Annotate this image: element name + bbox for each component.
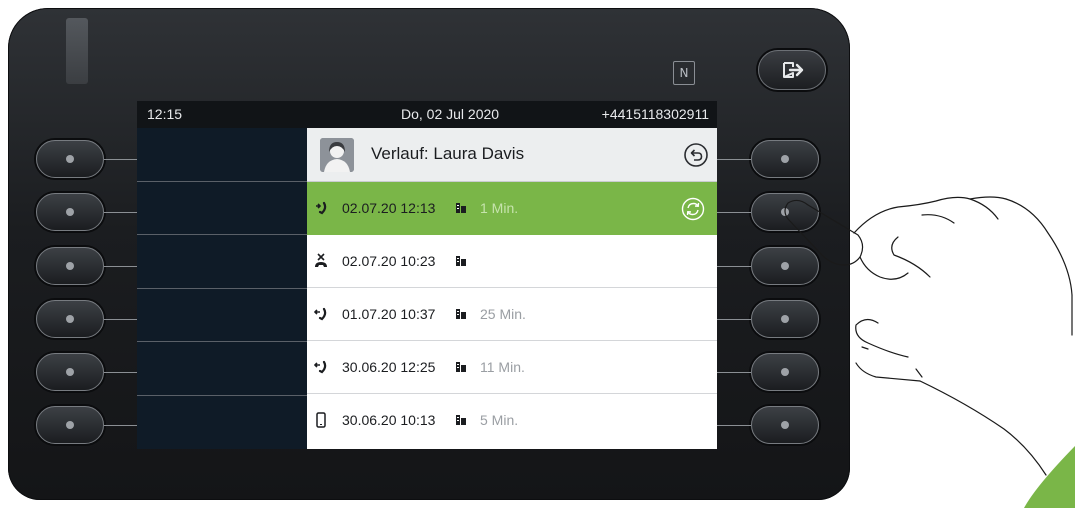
softkey-line [717,319,751,320]
left-slot[interactable] [137,235,307,289]
call-row[interactable]: 02.07.20 10:23 [307,235,717,288]
mobile-phone-icon [316,412,326,428]
incoming-call-icon [314,307,327,321]
left-slot[interactable] [137,342,307,396]
softkey-line [104,212,137,213]
call-history-panel: Verlauf: Laura Davis 02.07.20 12:13 1 Mi… [307,128,717,449]
left-slot[interactable] [137,396,307,450]
left-slot[interactable] [137,128,307,182]
left-slot[interactable] [137,289,307,342]
call-datetime: 02.07.20 12:13 [342,200,436,216]
left-softkey-labels [137,128,307,449]
exit-button[interactable] [758,50,826,90]
softkey-line [104,319,137,320]
status-bar: 12:15 Do, 02 Jul 2020 +4415118302911 [137,101,717,128]
outgoing-call-icon [316,201,327,215]
building-icon [456,415,466,425]
softkey-line [717,266,751,267]
status-date: Do, 02 Jul 2020 [401,106,500,122]
display-screen: 12:15 Do, 02 Jul 2020 +4415118302911 Ver… [137,101,717,449]
call-datetime: 01.07.20 10:37 [342,306,436,322]
call-duration: 11 Min. [480,359,525,375]
status-phone-number: +4415118302911 [601,106,709,122]
call-duration: 25 Min. [480,306,526,322]
call-datetime: 02.07.20 10:23 [342,253,436,269]
exit-icon [783,62,804,78]
back-icon[interactable] [683,142,709,168]
softkey-line [717,212,751,213]
sync-icon[interactable] [681,197,705,221]
softkey-left-5[interactable] [36,353,104,391]
call-duration: 1 Min. [480,200,519,216]
incoming-call-icon [314,360,327,374]
missed-call-icon [315,253,327,267]
decorative-corner [1024,446,1075,508]
softkey-line [104,159,137,160]
status-time: 12:15 [147,106,183,122]
softkey-line [717,159,751,160]
softkey-left-1[interactable] [36,140,104,178]
softkey-line [717,425,751,426]
softkey-line [104,425,137,426]
softkey-left-4[interactable] [36,300,104,338]
left-slot[interactable] [137,182,307,235]
call-row[interactable]: 30.06.20 10:13 5 Min. [307,394,717,447]
softkey-line [717,372,751,373]
pointing-hand-illustration [784,196,1073,476]
call-datetime: 30.06.20 12:25 [342,359,436,375]
call-row[interactable]: 02.07.20 12:13 1 Min. [307,182,717,235]
softkey-left-2[interactable] [36,193,104,231]
softkey-line [104,372,137,373]
call-datetime: 30.06.20 10:13 [342,412,436,428]
softkey-left-6[interactable] [36,406,104,444]
avatar [320,138,354,172]
history-header: Verlauf: Laura Davis [307,128,717,182]
history-title: Verlauf: Laura Davis [371,144,525,163]
message-led [66,18,88,84]
building-icon [456,362,466,372]
softkey-left-3[interactable] [36,247,104,285]
softkey-right-1[interactable] [751,140,819,178]
call-row[interactable]: 01.07.20 10:37 25 Min. [307,288,717,341]
softkey-line [104,266,137,267]
nfc-icon: N [673,61,695,85]
building-icon [456,256,466,266]
building-icon [456,203,466,213]
call-duration: 5 Min. [480,412,519,428]
call-row[interactable]: 30.06.20 12:25 11 Min. [307,341,717,394]
building-icon [456,309,466,319]
